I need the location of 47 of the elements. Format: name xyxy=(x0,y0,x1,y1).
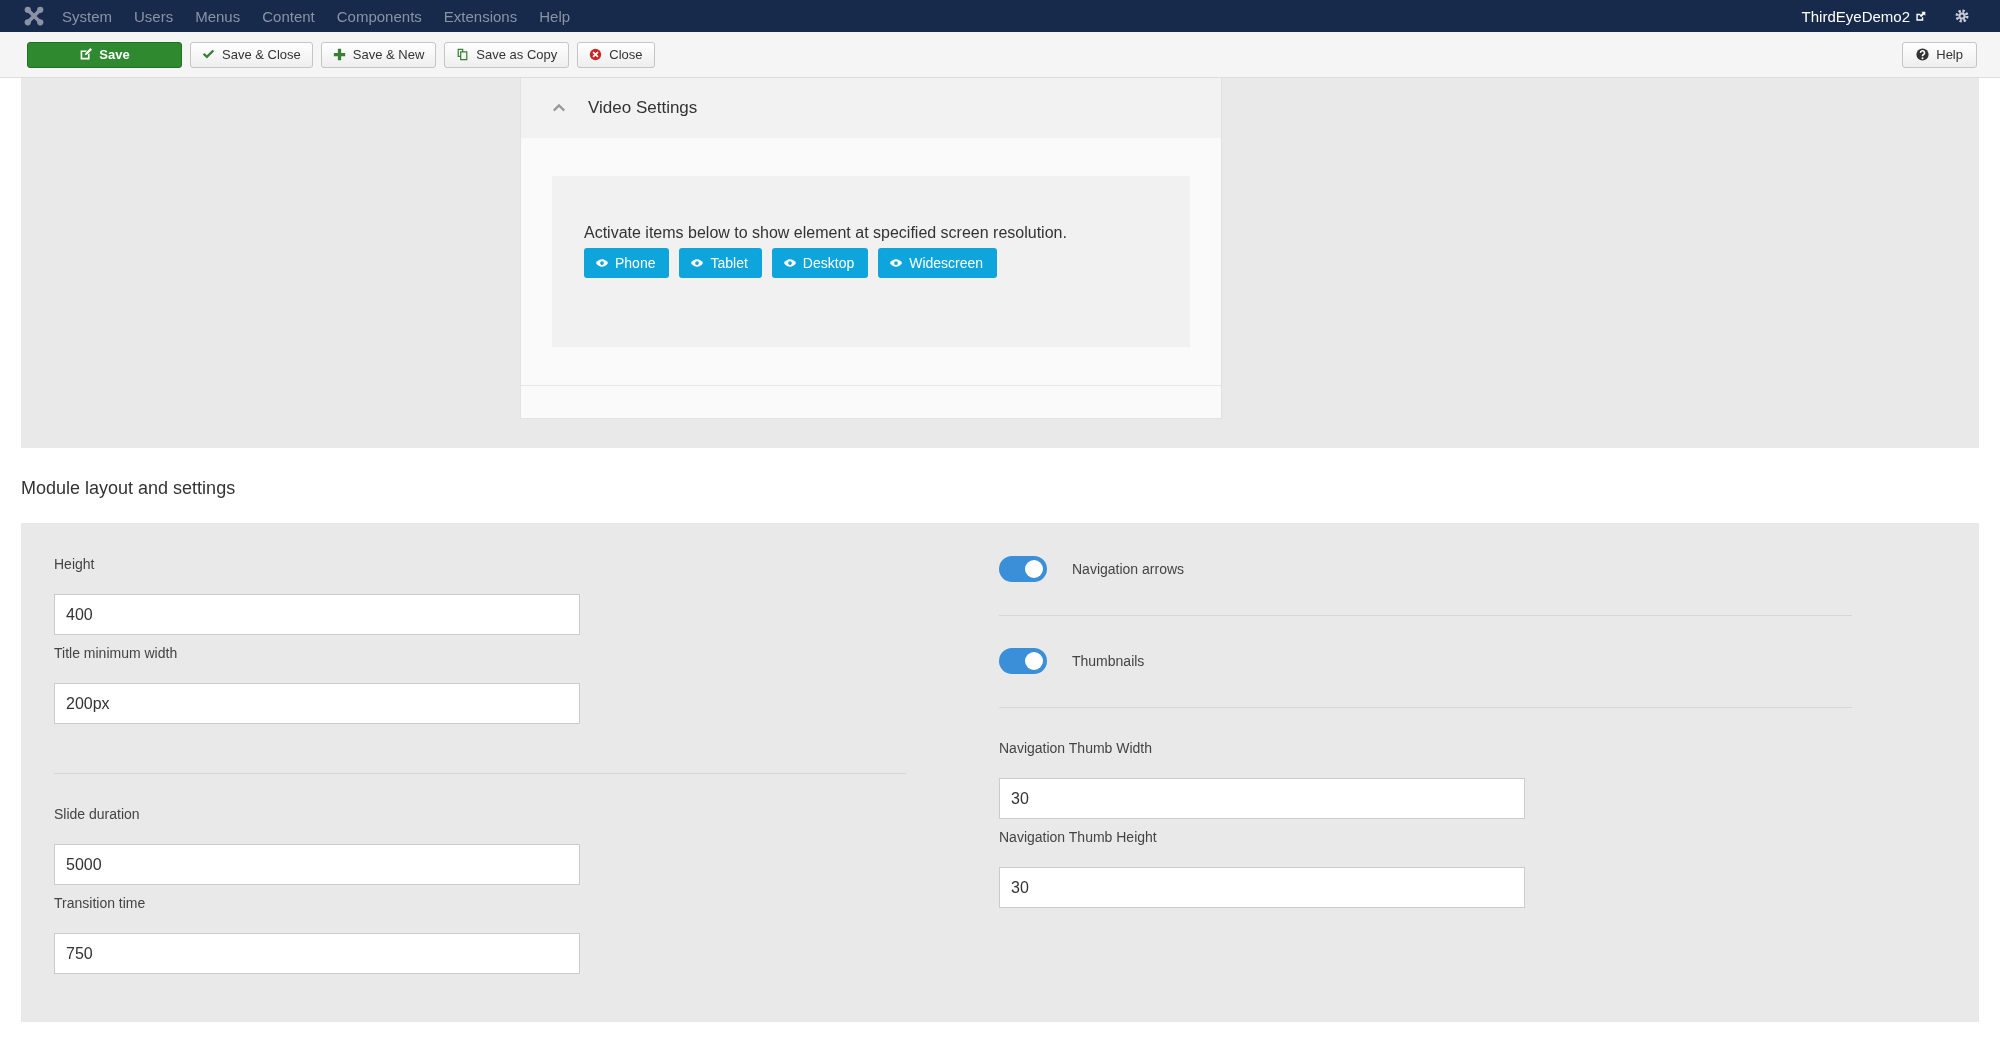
copy-icon xyxy=(456,48,470,61)
field-label: Transition time xyxy=(54,895,147,913)
accordion-title: Video Settings xyxy=(588,98,698,118)
menu-item[interactable]: Content xyxy=(262,7,315,25)
eye-icon xyxy=(890,257,903,269)
field-label: Navigation Thumb Width xyxy=(999,740,1154,758)
eye-icon xyxy=(783,257,796,269)
eye-icon xyxy=(596,257,608,269)
hint-text: Activate items below to show element at specified screen resolution. xyxy=(584,224,1068,242)
field-label: Navigation Thumb Height xyxy=(999,829,1158,847)
help-button[interactable]: Help xyxy=(1902,41,1977,68)
site-link[interactable]: ThirdEyeDemo2 xyxy=(1801,7,1926,25)
menu-item[interactable]: System xyxy=(62,7,112,25)
menu-item[interactable]: Menus xyxy=(195,7,241,25)
settings-icon[interactable] xyxy=(1954,8,1970,24)
toggle-label: Navigation arrows xyxy=(1072,561,1185,577)
field-label: Title minimum width xyxy=(54,645,179,663)
input-field[interactable]: 30 xyxy=(999,867,1525,908)
accordion-header[interactable]: Video Settings xyxy=(521,78,1221,138)
close-icon xyxy=(589,48,603,61)
input-field[interactable]: 750 xyxy=(54,933,580,974)
field-label: Slide duration xyxy=(54,806,141,824)
check-icon xyxy=(202,48,215,61)
toggle-label: Thumbnails xyxy=(1072,653,1145,669)
input-field[interactable]: 200px xyxy=(54,683,580,724)
menu-item[interactable]: Help xyxy=(539,7,571,25)
toolbar-button[interactable]: Save as Copy xyxy=(444,41,570,68)
toggle-switch[interactable] xyxy=(999,556,1047,582)
field-label: Height xyxy=(54,556,96,574)
menu-item[interactable]: Components xyxy=(336,7,422,25)
external-link-icon xyxy=(1915,10,1926,22)
input-field[interactable]: 5000 xyxy=(54,844,580,885)
toggle-switch[interactable] xyxy=(999,648,1047,674)
eye-icon xyxy=(691,257,704,269)
section-heading: Module layout and settings xyxy=(21,478,237,500)
help-icon xyxy=(1916,48,1930,61)
edit-icon xyxy=(79,48,93,61)
menu-item[interactable]: Users xyxy=(134,7,174,25)
input-field[interactable]: 400 xyxy=(54,594,580,635)
plus-icon xyxy=(332,48,346,61)
logo-icon xyxy=(24,6,44,26)
toolbar-button[interactable]: Save xyxy=(27,41,182,68)
menu-item[interactable]: Extensions xyxy=(443,7,518,25)
toolbar-button[interactable]: Close xyxy=(577,41,655,68)
toolbar-button[interactable]: Save & Close xyxy=(190,41,313,68)
toolbar-button[interactable]: Save & New xyxy=(320,41,437,68)
input-field[interactable]: 30 xyxy=(999,778,1525,819)
